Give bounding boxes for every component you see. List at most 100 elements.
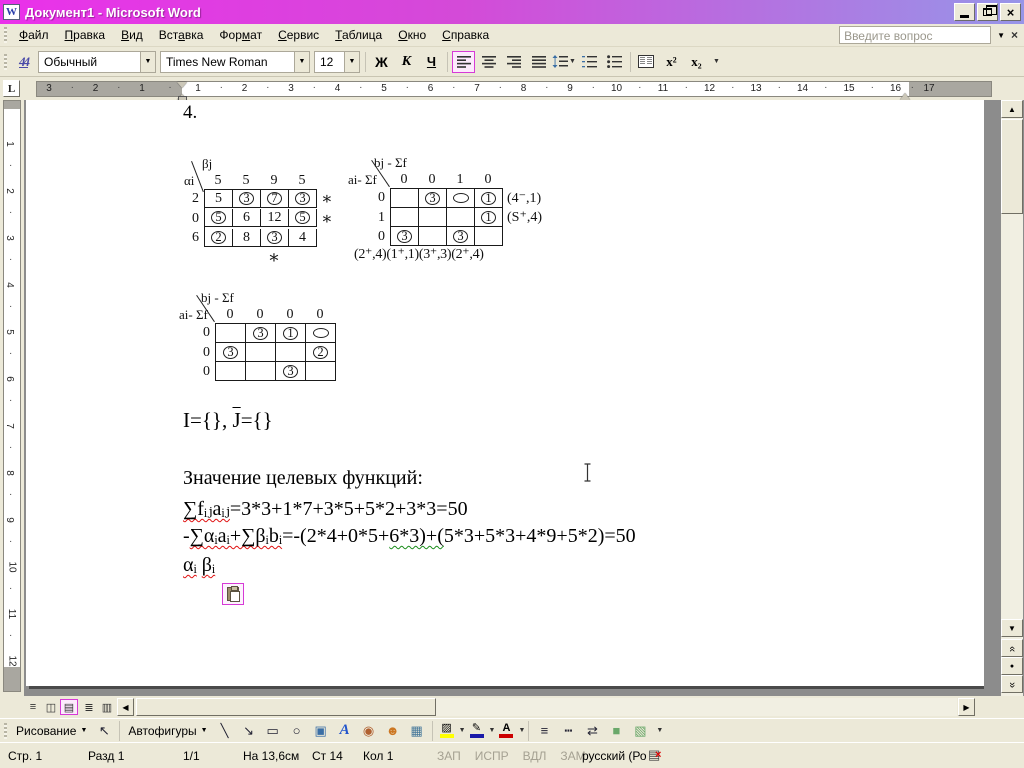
underline-button[interactable]: Ч [420,51,443,73]
scroll-up-button[interactable]: ▲ [1001,100,1023,118]
document-page[interactable]: 4. βjαi559525373∗056125∗62834∗ bj - Σfai… [26,100,984,686]
rectangle-tool-button[interactable]: ▭ [262,721,284,741]
draw-menu-button[interactable]: Рисование▼ [11,721,92,741]
chevron-down-icon[interactable]: ▼ [518,727,525,734]
bold-button[interactable]: Ж [370,51,393,73]
matrix-cell: 3 [391,227,419,246]
menubar-close-icon[interactable]: × [1011,28,1018,42]
diagram-button[interactable]: ◉ [358,721,380,741]
web-layout-view-button[interactable]: ◫ [42,699,60,715]
toolbar-options-button[interactable]: ▼ [713,58,720,65]
align-left-button[interactable] [452,51,475,73]
align-right-button[interactable] [502,51,525,73]
line-color-button[interactable]: ✎ [466,721,488,741]
chevron-down-icon[interactable]: ▼ [294,52,309,72]
status-flag-ЗАП[interactable]: ЗАП [437,749,461,763]
right-indent-marker[interactable] [900,88,910,100]
previous-page-button[interactable]: « [1001,639,1023,657]
menu-item-Окно[interactable]: Окно [390,25,434,45]
menu-item-Вид[interactable]: Вид [113,25,151,45]
justify-button[interactable] [527,51,550,73]
clip-art-button[interactable]: ☻ [382,721,404,741]
text-box-button[interactable]: ▣ [310,721,332,741]
matrix-cell [216,362,246,381]
minimize-button[interactable] [954,3,975,21]
formula-line-1: ∑fᵢⱼaᵢⱼ=3*3+1*7+3*5+5*2+3*3=50 [183,496,468,521]
paste-options-button[interactable] [222,583,244,605]
dash-style-button[interactable]: ┅ [557,721,579,741]
chevron-down-icon[interactable]: ▼ [489,727,496,734]
toolbar-grip[interactable] [4,54,7,70]
font-color-button[interactable]: А [495,721,517,741]
font-size-combobox[interactable]: 12▼ [314,51,360,73]
shadow-icon: ■ [612,723,620,738]
spelling-status-icon[interactable]: ▤× [648,747,660,763]
hruler-strip[interactable]: 3·2·1·1·2·3·4·5·6·7·8·9·10·11·12·13·14·1… [36,81,992,97]
reading-layout-button[interactable]: ▥ [98,699,116,715]
select-browse-object-button[interactable]: ● [1001,657,1023,675]
vertical-scrollbar[interactable]: ▲ ▼ « ● » [1001,100,1023,696]
superscript-button[interactable]: x² [660,51,683,73]
matrix-col-header: 0 [305,307,335,323]
matrix-cell [447,189,475,208]
line-style-button[interactable]: ≡ [533,721,555,741]
chevron-down-icon[interactable]: ▼ [569,58,576,65]
wordart-button[interactable]: A [334,721,356,741]
shadow-style-button[interactable]: ■ [605,721,627,741]
line-spacing-button[interactable]: ▼ [552,51,576,73]
matrix-cell: 1 [276,324,306,343]
select-objects-button[interactable]: ↖ [93,721,115,741]
outline-view-button[interactable]: ≣ [80,699,98,715]
numbered-list-button[interactable] [578,51,601,73]
align-center-button[interactable] [477,51,500,73]
print-layout-view-button[interactable]: ▤ [60,699,78,715]
fill-color-button[interactable]: ▨ [436,721,458,741]
menu-item-Правка[interactable]: Правка [57,25,114,45]
scroll-left-button[interactable]: ◀ [117,698,134,716]
chevron-down-icon: ▼ [656,727,663,734]
ask-question-input[interactable]: Введите вопрос [839,26,991,44]
status-flag-ВДЛ[interactable]: ВДЛ [523,749,547,763]
columns-button[interactable] [635,51,658,73]
vruler-strip[interactable]: 1·2·3·4·5·6·7·8·9·10·11·12 [3,100,21,692]
chevron-down-icon[interactable]: ▼ [344,52,359,72]
horizontal-scroll-track[interactable] [135,698,957,716]
toolbar-options-button[interactable]: ▼ [656,727,663,734]
normal-view-button[interactable]: ≡ [24,699,42,715]
subscript-button[interactable]: x₂ [685,51,708,73]
next-page-button[interactable]: » [1001,675,1023,693]
line-tool-button[interactable]: ╲ [214,721,236,741]
separator [432,721,433,741]
font-combobox[interactable]: Times New Roman▼ [160,51,310,73]
three-d-style-button[interactable]: ▧ [629,721,651,741]
arrow-tool-button[interactable]: ↘ [238,721,260,741]
status-flag-ИСПР[interactable]: ИСПР [475,749,509,763]
scroll-right-button[interactable]: ▶ [958,698,975,716]
horizontal-scroll-thumb[interactable] [136,698,436,716]
bullet-list-button[interactable] [603,51,626,73]
autoshapes-menu-button[interactable]: Автофигуры▼ [123,721,212,741]
question-dropdown-icon[interactable]: ▼ [997,31,1005,40]
menu-item-Вставка[interactable]: Вставка [151,25,212,45]
insert-picture-button[interactable]: ▦ [406,721,428,741]
menu-item-Формат[interactable]: Формат [211,25,270,45]
menu-item-Справка[interactable]: Справка [434,25,497,45]
ruler-number: 8 [3,470,15,476]
italic-button[interactable]: К [395,51,418,73]
toolbar-grip[interactable] [4,27,7,43]
tab-selector-button[interactable]: L [3,80,20,97]
chevron-down-icon[interactable]: ▼ [140,52,155,72]
menu-item-Таблица[interactable]: Таблица [327,25,390,45]
oval-tool-button[interactable]: ○ [286,721,308,741]
toolbar-grip[interactable] [4,723,7,739]
vertical-scroll-thumb[interactable] [1001,119,1023,214]
chevron-down-icon[interactable]: ▼ [459,727,466,734]
style-combobox[interactable]: Обычный▼ [38,51,156,73]
scroll-down-button[interactable]: ▼ [1001,619,1023,637]
menu-item-Сервис[interactable]: Сервис [270,25,327,45]
close-button[interactable]: × [1000,3,1021,21]
restore-button[interactable] [977,3,998,21]
arrow-style-button[interactable]: ⇄ [581,721,603,741]
styles-and-formatting-button[interactable]: 44 [12,51,35,73]
menu-item-Файл[interactable]: Файл [11,25,57,45]
